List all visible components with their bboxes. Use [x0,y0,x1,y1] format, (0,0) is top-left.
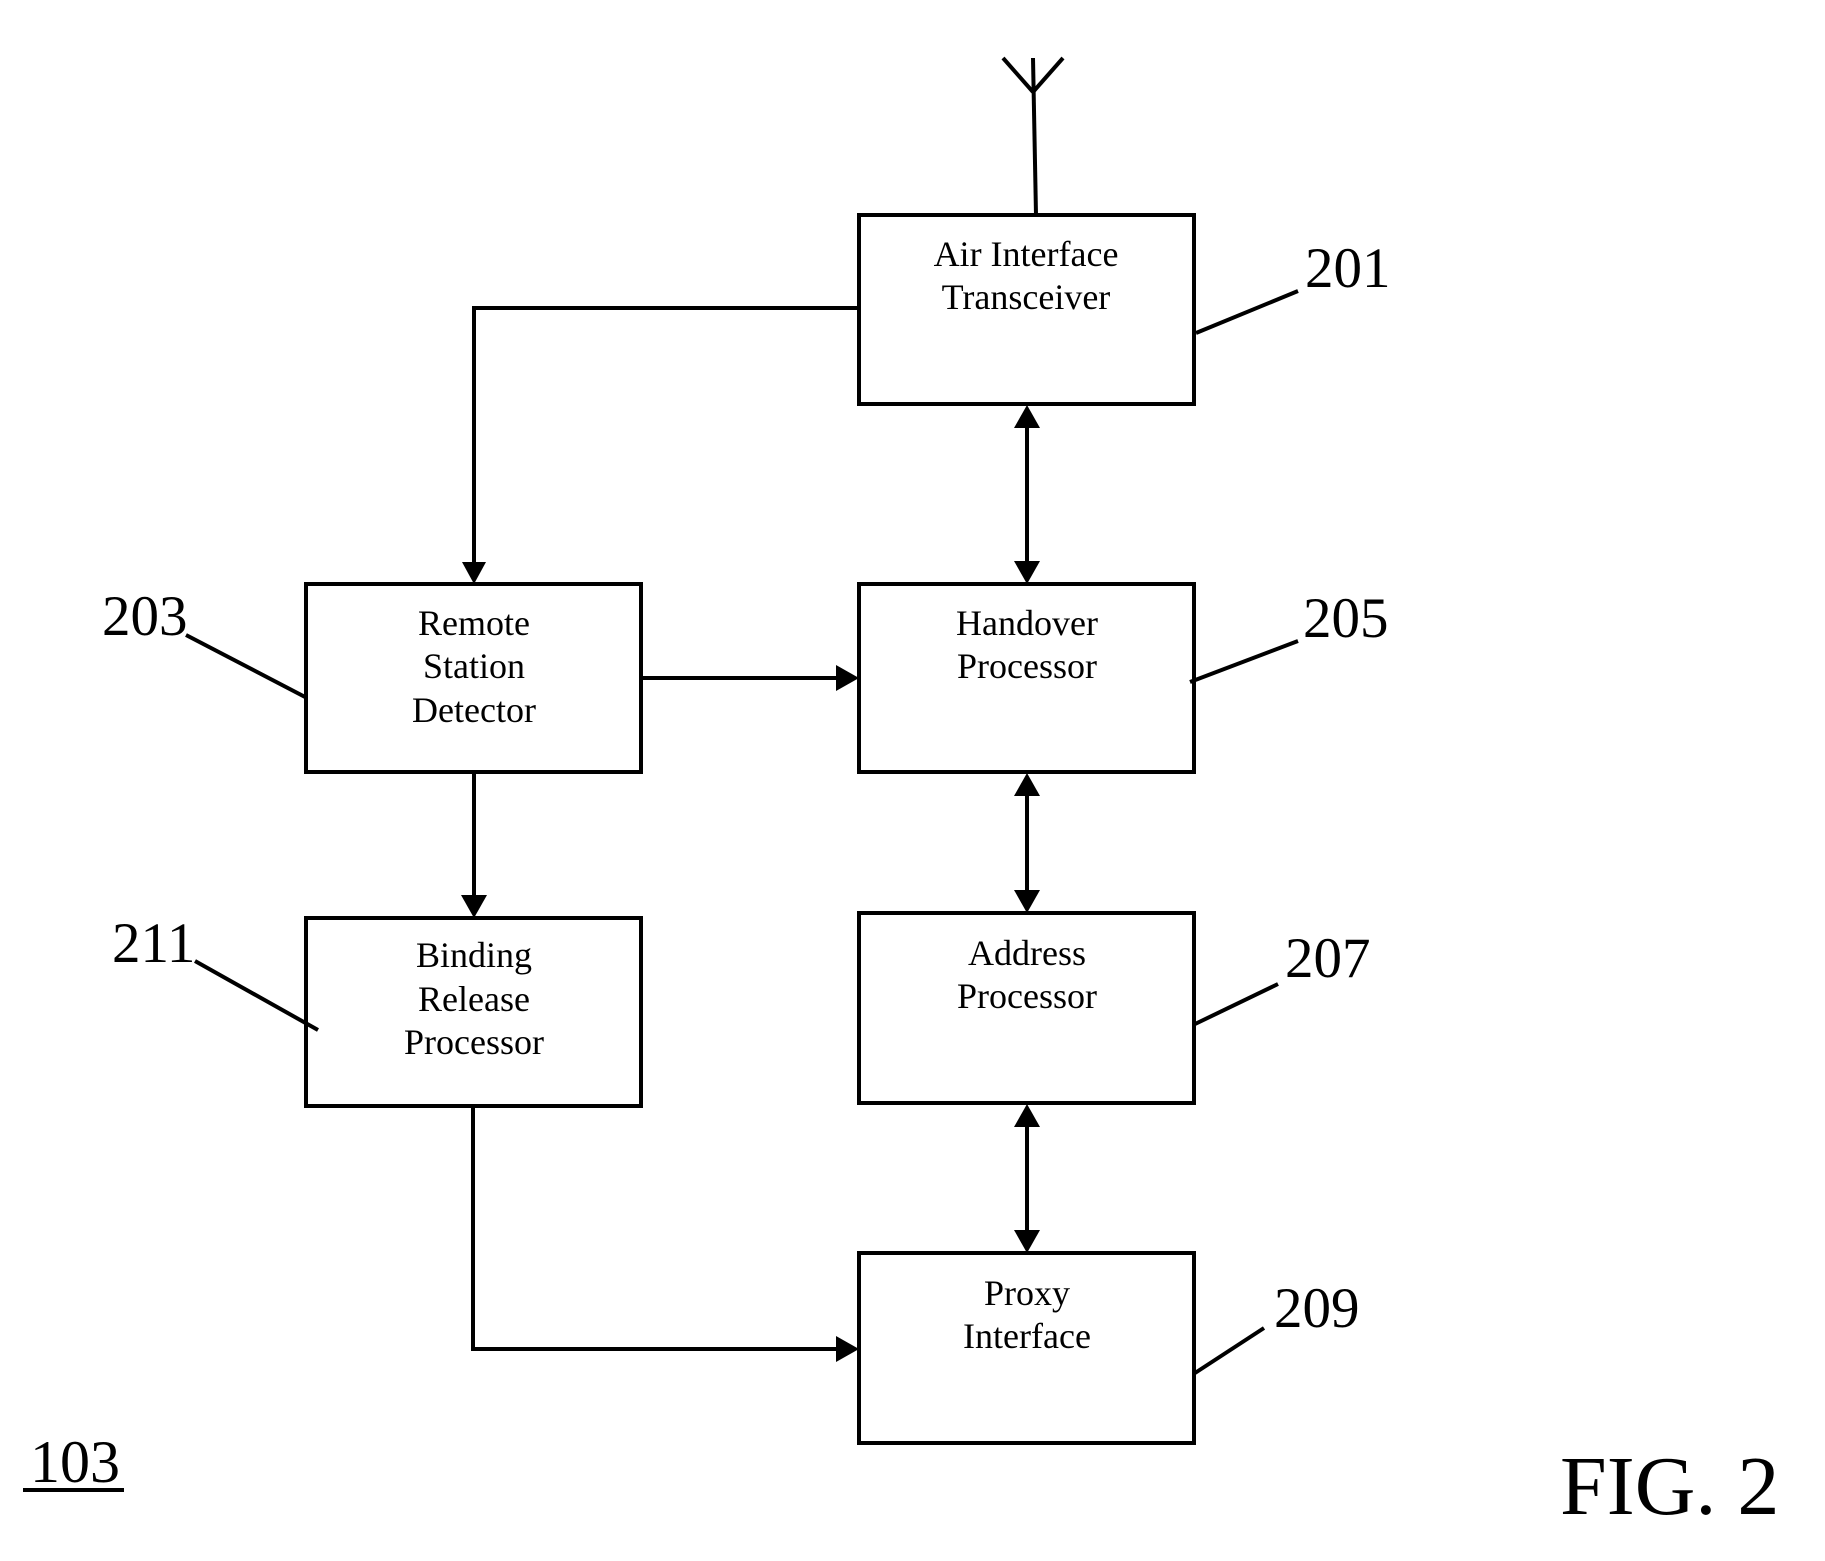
connector-211-to-209 [471,1106,859,1362]
block-air-interface-transceiver: Air Interface Transceiver [857,213,1196,406]
block-text-line: Processor [957,646,1097,686]
block-text-line: Transceiver [942,277,1111,317]
block-text-line: Release [418,979,530,1019]
connector-207-209-bidirectional [1014,1104,1040,1253]
leader-201 [1195,289,1299,335]
block-text-line: Address [968,933,1086,973]
block-handover-processor: Handover Processor [857,582,1196,774]
arrowhead-down [462,562,486,584]
ref-label-203: 203 [102,585,188,648]
ref-label-207: 207 [1285,927,1371,990]
block-binding-release-processor: Binding Release Processor [304,916,643,1108]
arrowhead-down [1014,890,1040,913]
figure-caption: FIG. 2 [1560,1440,1779,1533]
block-text-line: Processor [404,1022,544,1062]
diagram-id-text: 103 [30,1429,120,1495]
connector-205-207-bidirectional [1014,773,1040,913]
arrowhead-right [836,1336,859,1362]
connector-203-to-211 [461,772,487,918]
ref-label-209: 209 [1274,1277,1360,1340]
arrowhead-down [1014,1230,1040,1253]
block-text-line: Remote [418,603,530,643]
antenna-icon [1001,56,1065,216]
block-text-line: Proxy [984,1273,1070,1313]
arrowhead-up [1014,405,1040,428]
block-text-line: Station [423,646,525,686]
arrowhead-down [461,895,487,918]
leader-207 [1192,982,1279,1027]
block-text-line: Processor [957,976,1097,1016]
diagram-id: 103 [23,1429,124,1495]
block-text-line: Interface [963,1316,1091,1356]
block-text-line: Handover [956,603,1098,643]
connector-201-205-bidirectional [1014,405,1040,584]
ref-label-211: 211 [112,912,195,975]
leader-209 [1193,1326,1266,1375]
arrowhead-up [1014,1104,1040,1127]
arrowhead-up [1014,773,1040,796]
leader-211 [194,959,319,1032]
ref-label-201: 201 [1305,237,1391,300]
block-diagram: Air Interface Transceiver Remote Station… [23,56,1779,1533]
block-text-line: Detector [412,690,536,730]
leader-203 [185,633,308,700]
arrowhead-right [836,665,859,691]
block-text-line: Air Interface [934,234,1119,274]
connector-203-to-205 [641,665,859,691]
ref-label-205: 205 [1303,587,1389,650]
block-remote-station-detector: Remote Station Detector [304,582,643,774]
block-address-processor: Address Processor [857,911,1196,1105]
block-proxy-interface: Proxy Interface [857,1251,1196,1445]
block-text-line: Binding [416,935,532,975]
arrowhead-down [1014,561,1040,584]
connector-201-to-203 [462,306,859,584]
leader-205 [1189,639,1299,684]
